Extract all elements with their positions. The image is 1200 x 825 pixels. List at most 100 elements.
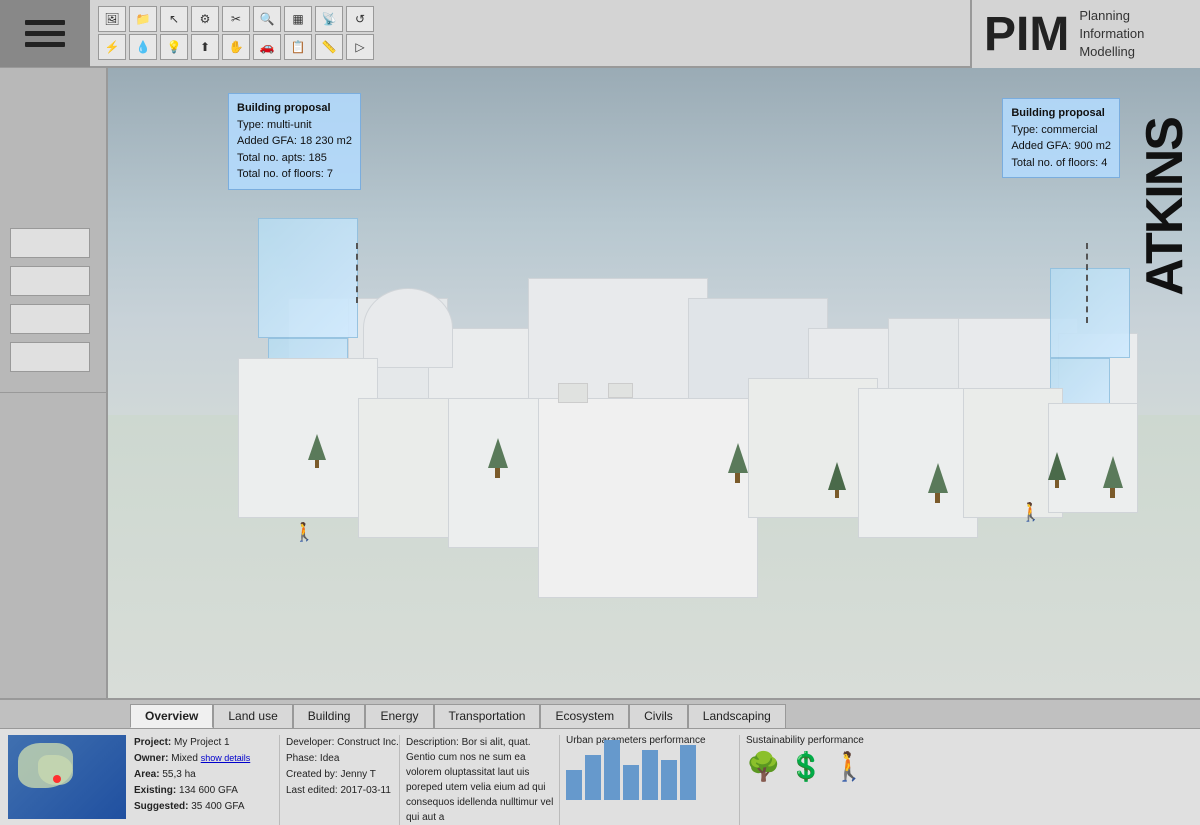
created-by-row: Created by: Jenny T bbox=[286, 767, 399, 783]
tb-btn-up[interactable]: ⬆ bbox=[191, 34, 219, 60]
building-tooltip-left[interactable]: Building proposal Type: multi-unit Added… bbox=[228, 93, 361, 190]
tb-btn-water[interactable]: 💧 bbox=[129, 34, 157, 60]
last-edited-value: 2017-03-11 bbox=[341, 785, 391, 796]
tooltip-right-line bbox=[1086, 243, 1088, 323]
sidebar-btn-1[interactable] bbox=[10, 228, 90, 258]
tab-transportation[interactable]: Transportation bbox=[434, 704, 541, 728]
roof-detail-1 bbox=[558, 383, 588, 403]
existing-value: 134 600 GFA bbox=[179, 785, 238, 796]
tooltip-left-line bbox=[356, 243, 358, 303]
dollar-icon: 💲 bbox=[789, 750, 824, 783]
sidebar-bottom bbox=[0, 392, 106, 592]
bar-1 bbox=[566, 770, 582, 800]
map-background bbox=[8, 735, 126, 819]
tb-btn-open[interactable]: 📁 bbox=[129, 6, 157, 32]
pim-logo: PIM Planning Information Modelling bbox=[970, 0, 1200, 68]
developer-value: Construct Inc. bbox=[337, 737, 399, 748]
tb-btn-search[interactable]: 🔍 bbox=[253, 6, 281, 32]
tooltip-left-title: Building proposal bbox=[237, 100, 352, 117]
building-tooltip-right[interactable]: Building proposal Type: commercial Added… bbox=[1002, 98, 1120, 178]
tab-civils[interactable]: Civils bbox=[629, 704, 688, 728]
building-fg-main bbox=[538, 398, 758, 598]
viewport-3d[interactable]: Building proposal Type: multi-unit Added… bbox=[108, 68, 1200, 698]
sidebar-top bbox=[0, 78, 106, 218]
urban-chart-title: Urban parameters performance bbox=[566, 735, 739, 746]
tooltip-left-gfa: Added GFA: 18 230 m2 bbox=[237, 133, 352, 150]
tb-btn-select[interactable]: ↖ bbox=[160, 6, 188, 32]
project-name-row: Project: My Project 1 bbox=[134, 735, 279, 751]
tb-btn-refresh[interactable]: ↺ bbox=[346, 6, 374, 32]
last-edited-row: Last edited: 2017-03-11 bbox=[286, 783, 399, 799]
sidebar-btn-4[interactable] bbox=[10, 342, 90, 372]
hamburger-menu[interactable] bbox=[0, 0, 90, 67]
created-by-label: Created by: bbox=[286, 769, 338, 780]
area-label: Area: bbox=[134, 769, 160, 780]
tb-btn-measure[interactable]: 📏 bbox=[315, 34, 343, 60]
tb-btn-grid[interactable]: ▦ bbox=[284, 6, 312, 32]
tab-energy[interactable]: Energy bbox=[365, 704, 433, 728]
project-value: My Project 1 bbox=[174, 737, 230, 748]
suggested-row: Suggested: 35 400 GFA bbox=[134, 799, 279, 815]
tab-land-use[interactable]: Land use bbox=[213, 704, 292, 728]
tb-btn-hand[interactable]: ✋ bbox=[222, 34, 250, 60]
tb-btn-power[interactable]: ⚡ bbox=[98, 34, 126, 60]
hamburger-line bbox=[25, 42, 65, 47]
pim-line1: Planning bbox=[1079, 7, 1144, 25]
suggested-value: 35 400 GFA bbox=[191, 801, 244, 812]
tb-btn-settings[interactable]: ⚙ bbox=[191, 6, 219, 32]
tb-btn-save[interactable]: 🖼 bbox=[98, 6, 126, 32]
tab-ecosystem[interactable]: Ecosystem bbox=[540, 704, 629, 728]
pim-line2: Information bbox=[1079, 25, 1144, 43]
map-section bbox=[8, 735, 126, 819]
sidebar-btn-2[interactable] bbox=[10, 266, 90, 296]
tree-6 bbox=[1048, 452, 1066, 488]
roof-detail-2 bbox=[608, 383, 633, 398]
tooltip-right-type: Type: commercial bbox=[1011, 122, 1111, 139]
proposal-building-2[interactable] bbox=[1050, 268, 1130, 358]
suggested-label: Suggested: bbox=[134, 801, 188, 812]
tb-btn-cut[interactable]: ✂ bbox=[222, 6, 250, 32]
tree-5 bbox=[308, 434, 326, 468]
sidebar-btn-3[interactable] bbox=[10, 304, 90, 334]
tabs-row: Overview Land use Building Energy Transp… bbox=[0, 700, 1200, 728]
tooltip-right-title: Building proposal bbox=[1011, 105, 1111, 122]
tree-4 bbox=[928, 463, 948, 503]
3d-scene: Building proposal Type: multi-unit Added… bbox=[108, 68, 1200, 698]
toolbar: 🖼 📁 ↖ ⚙ ✂ 🔍 ▦ 📡 ↺ ⚡ 💧 💡 ⬆ ✋ 🚗 📋 📏 ▷ PIM … bbox=[0, 0, 1200, 68]
sidebar bbox=[0, 68, 108, 698]
tab-overview[interactable]: Overview bbox=[130, 704, 213, 728]
owner-row: Owner: Mixed show details bbox=[134, 751, 279, 767]
hamburger-line bbox=[25, 31, 65, 36]
bar-7 bbox=[680, 745, 696, 800]
tree-icon: 🌳 bbox=[746, 750, 781, 783]
description-value: Bor si alit, quat. Gentio cum nos ne sum… bbox=[406, 737, 553, 823]
sustainability-section: Sustainability performance 🌳 💲 🚶 bbox=[739, 735, 919, 825]
tooltip-right-gfa: Added GFA: 900 m2 bbox=[1011, 138, 1111, 155]
tooltip-left-type: Type: multi-unit bbox=[237, 117, 352, 134]
description-section: Description: Bor si alit, quat. Gentio c… bbox=[399, 735, 559, 825]
tooltip-left-apts: Total no. apts: 185 bbox=[237, 150, 352, 167]
tab-landscaping[interactable]: Landscaping bbox=[688, 704, 786, 728]
person-icon: 🚶 bbox=[832, 750, 867, 783]
pim-subtitle: Planning Information Modelling bbox=[1079, 7, 1144, 62]
developer-label: Developer: bbox=[286, 737, 334, 748]
project-info: Project: My Project 1 Owner: Mixed show … bbox=[134, 735, 279, 825]
tb-btn-clipboard[interactable]: 📋 bbox=[284, 34, 312, 60]
tb-btn-signal[interactable]: 📡 bbox=[315, 6, 343, 32]
pedestrian-1: 🚶 bbox=[293, 522, 315, 543]
tb-btn-car[interactable]: 🚗 bbox=[253, 34, 281, 60]
developer-info: Developer: Construct Inc. Phase: Idea Cr… bbox=[279, 735, 399, 825]
bar-2 bbox=[585, 755, 601, 800]
tb-btn-play[interactable]: ▷ bbox=[346, 34, 374, 60]
sustainability-title: Sustainability performance bbox=[746, 735, 919, 746]
tooltip-left-floors: Total no. of floors: 7 bbox=[237, 166, 352, 183]
tree-2 bbox=[728, 443, 748, 483]
area-value: 55,3 ha bbox=[162, 769, 195, 780]
phase-row: Phase: Idea bbox=[286, 751, 399, 767]
show-details-link[interactable]: show details bbox=[201, 753, 251, 763]
tb-btn-light[interactable]: 💡 bbox=[160, 34, 188, 60]
bar-4 bbox=[623, 765, 639, 800]
tab-building[interactable]: Building bbox=[293, 704, 366, 728]
hamburger-line bbox=[25, 20, 65, 25]
proposal-building-1[interactable] bbox=[258, 218, 358, 338]
